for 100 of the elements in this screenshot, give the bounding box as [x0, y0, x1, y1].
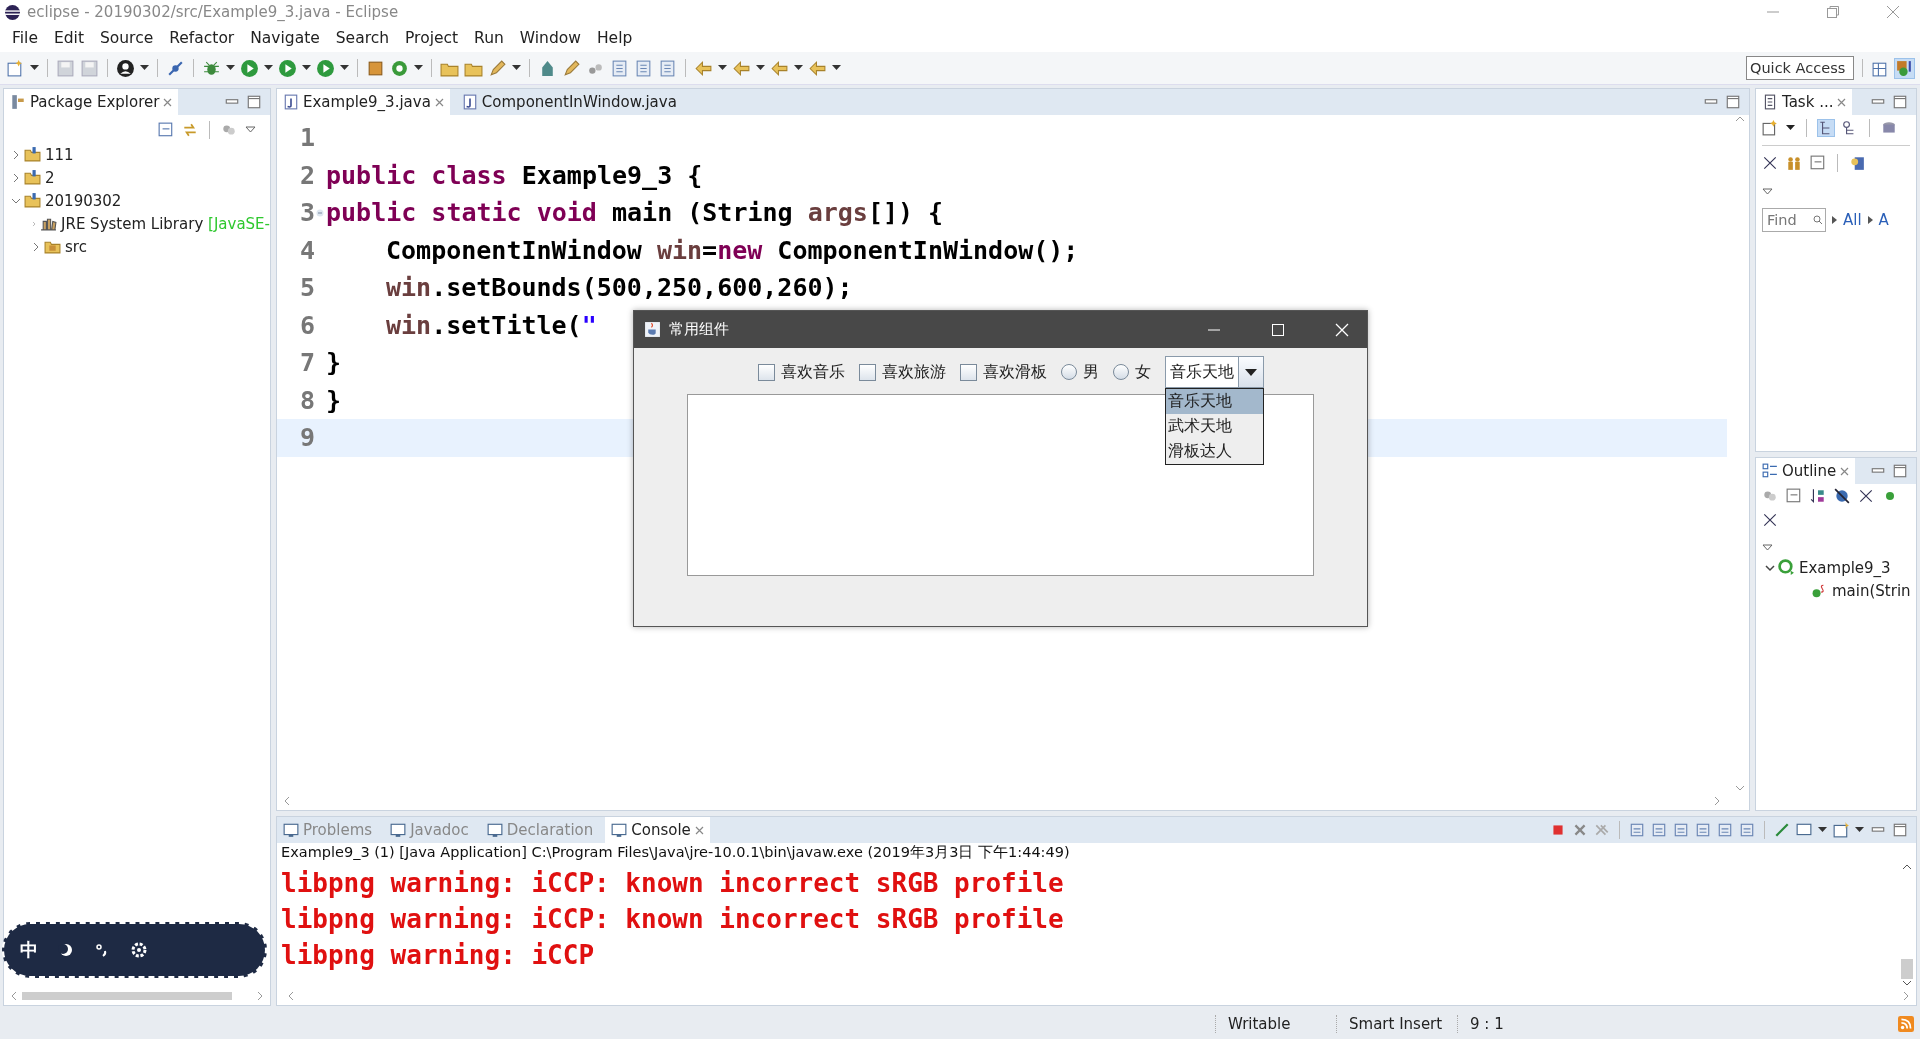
caret-icon[interactable] — [718, 65, 727, 71]
rss-icon[interactable] — [1898, 1016, 1914, 1032]
database-icon[interactable] — [1881, 120, 1897, 136]
dropdown-option[interactable]: 武术天地 — [1165, 414, 1263, 439]
categorize-icon[interactable] — [1818, 120, 1834, 136]
menu-item[interactable]: Run — [466, 29, 512, 47]
scrollbar-thumb[interactable] — [1901, 959, 1913, 979]
console-tool-icon[interactable] — [1739, 822, 1755, 838]
play-icon[interactable] — [316, 58, 335, 78]
checkbox[interactable] — [858, 363, 876, 381]
menu-item[interactable]: Refactor — [161, 29, 243, 47]
caret-icon[interactable] — [794, 65, 803, 71]
menu-item[interactable]: Project — [397, 29, 467, 47]
chevron-icon[interactable] — [1765, 563, 1775, 572]
collapse-all-icon[interactable] — [158, 122, 174, 138]
remove-all-icon[interactable] — [1594, 822, 1610, 838]
new-task-icon[interactable] — [1762, 120, 1778, 136]
tree-item[interactable]: main(Strin — [1832, 581, 1911, 600]
dropdown-option[interactable]: 滑板达人 — [1165, 439, 1263, 464]
caret-icon[interactable] — [1244, 368, 1257, 376]
document-icon[interactable] — [610, 58, 629, 78]
link-icon[interactable] — [182, 122, 198, 138]
panel-tab[interactable]: Outline — [1756, 458, 1856, 484]
ime-mode[interactable]: 中 — [20, 938, 38, 962]
restore-icon[interactable] — [1826, 5, 1840, 19]
menu-item[interactable]: Window — [511, 29, 589, 47]
text-area[interactable] — [687, 394, 1314, 576]
console-tool-icon[interactable] — [1695, 822, 1711, 838]
caret-icon[interactable] — [414, 65, 423, 71]
checkbox[interactable] — [757, 363, 775, 381]
caret-icon[interactable] — [1786, 125, 1795, 131]
chevron-icon[interactable] — [12, 149, 20, 160]
console-tool-icon[interactable] — [1651, 822, 1667, 838]
display-console-icon[interactable] — [1796, 822, 1812, 838]
sync-icon[interactable] — [1849, 155, 1865, 171]
arrow-icon[interactable] — [732, 58, 751, 78]
moon-icon[interactable] — [58, 942, 74, 958]
scroll-right-icon[interactable] — [1902, 991, 1910, 1001]
editor-tab[interactable]: ComponentInWindow.java — [455, 89, 683, 115]
maximize-icon[interactable] — [1892, 822, 1908, 838]
caret-icon[interactable] — [512, 65, 521, 71]
caret-icon[interactable] — [140, 65, 149, 71]
java-perspective-icon[interactable] — [1895, 58, 1914, 78]
pencil-icon[interactable] — [488, 58, 507, 78]
view-menu-icon[interactable] — [1762, 188, 1773, 196]
search-icon[interactable] — [1813, 215, 1823, 225]
view-menu-icon[interactable] — [1762, 544, 1773, 552]
menu-item[interactable]: Search — [327, 29, 398, 47]
caret-icon[interactable] — [1855, 827, 1864, 833]
caret-icon[interactable] — [302, 65, 311, 71]
quick-access-field[interactable]: Quick Access — [1746, 56, 1854, 80]
panel-tab[interactable]: Task ... — [1756, 89, 1853, 115]
menu-item[interactable]: Navigate — [242, 29, 328, 47]
console-tool-icon[interactable] — [1673, 822, 1689, 838]
caret-icon[interactable] — [226, 65, 235, 71]
person-icon[interactable] — [116, 58, 135, 78]
scroll-up-icon[interactable] — [1902, 863, 1912, 871]
chevron-icon[interactable] — [11, 196, 21, 205]
people-icon[interactable] — [1786, 155, 1802, 171]
caret-icon[interactable] — [340, 65, 349, 71]
open-console-icon[interactable] — [1833, 822, 1849, 838]
arrow-icon[interactable] — [808, 58, 827, 78]
scroll-right-icon[interactable] — [1713, 796, 1721, 806]
tree-item[interactable]: src — [65, 237, 87, 256]
tree-item[interactable]: Example9_3 — [1799, 558, 1891, 577]
panel-tab[interactable]: Console — [605, 817, 710, 843]
maximize-icon[interactable] — [246, 94, 262, 110]
hide-fields-icon[interactable] — [1834, 488, 1850, 504]
menu-item[interactable]: Edit — [45, 29, 92, 47]
maximize-icon[interactable] — [1892, 94, 1908, 110]
document-icon[interactable] — [658, 58, 677, 78]
hide-local-icon[interactable] — [1762, 512, 1778, 528]
scroll-left-icon[interactable] — [283, 796, 291, 806]
menu-item[interactable]: Help — [588, 29, 641, 47]
class-icon[interactable] — [390, 58, 409, 78]
document-icon[interactable] — [634, 58, 653, 78]
find-field[interactable]: Find — [1762, 208, 1826, 232]
menu-item[interactable]: File — [4, 29, 46, 47]
play-icon[interactable] — [240, 58, 259, 78]
chevron-icon[interactable] — [32, 241, 40, 252]
scroll-left-icon[interactable] — [287, 991, 295, 1001]
hide-static-icon[interactable] — [1858, 488, 1874, 504]
remove-icon[interactable] — [1572, 822, 1588, 838]
caret-icon[interactable] — [264, 65, 273, 71]
caret-icon[interactable] — [1818, 827, 1827, 833]
tree-item[interactable]: JRE System Library [JavaSE- — [61, 214, 270, 233]
filter-icon[interactable] — [221, 122, 237, 138]
maximize-icon[interactable] — [1892, 463, 1908, 479]
chevron-icon[interactable] — [12, 172, 20, 183]
radio-button[interactable] — [1060, 364, 1077, 380]
arrow-icon[interactable] — [694, 58, 713, 78]
checkbox[interactable] — [959, 363, 977, 381]
view-menu-icon[interactable] — [245, 126, 256, 134]
scrollbar-thumb[interactable] — [22, 992, 232, 1000]
console-tool-icon[interactable] — [1629, 822, 1645, 838]
sort-icon[interactable] — [1810, 488, 1826, 504]
play-icon[interactable] — [278, 58, 297, 78]
filter-link[interactable]: All — [1843, 211, 1862, 229]
collapse-all-icon[interactable] — [1810, 155, 1826, 171]
panel-tab[interactable]: Package Explorer — [4, 89, 179, 115]
